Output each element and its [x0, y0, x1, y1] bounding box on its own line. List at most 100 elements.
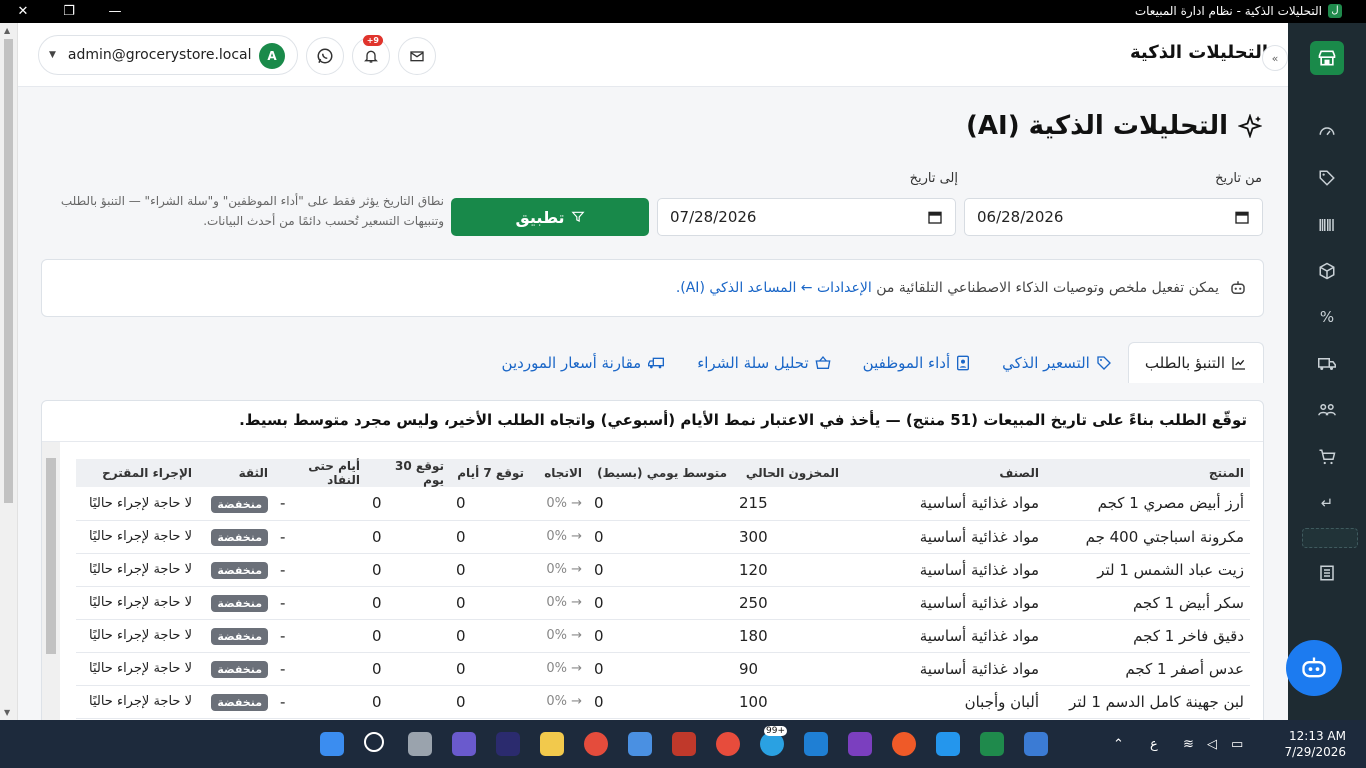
- notifications-button[interactable]: +9: [352, 35, 390, 75]
- table-row: زيت عباد الشمس 1 لتر مواد غذائية أساسية …: [76, 553, 1250, 587]
- percent-icon[interactable]: %: [1317, 307, 1337, 327]
- messages-button[interactable]: [398, 37, 436, 75]
- robot-icon: [1302, 657, 1326, 678]
- page-scrollbar[interactable]: ▲ ▼: [0, 23, 18, 720]
- maximize-window-icon[interactable]: ❐: [46, 0, 92, 23]
- return-icon[interactable]: ↵: [1317, 493, 1337, 513]
- search-icon[interactable]: [364, 732, 384, 752]
- trend-cell: → 0%: [530, 685, 588, 719]
- category-cell: مواد غذائية أساسية: [845, 619, 1045, 653]
- tab-supplier-prices[interactable]: مقارنة أسعار الموردين: [486, 342, 682, 383]
- action-cell: لا حاجة لإجراء حاليًا: [76, 553, 198, 587]
- action-cell: لا حاجة لإجراء حاليًا: [76, 619, 198, 653]
- app-icon[interactable]: [672, 732, 696, 756]
- battery-icon[interactable]: ▭: [1231, 737, 1243, 752]
- to-date-label: إلى تاريخ: [909, 171, 958, 186]
- forecast-30-cell: 0: [366, 685, 450, 719]
- telegram-icon[interactable]: 99+: [760, 726, 787, 756]
- whatsapp-button[interactable]: [306, 37, 344, 75]
- file-explorer-icon[interactable]: [540, 732, 564, 756]
- widgets-icon[interactable]: [496, 732, 520, 756]
- meet-icon[interactable]: [452, 732, 476, 756]
- language-indicator[interactable]: ع: [1150, 737, 1158, 752]
- tab-demand-forecast[interactable]: التنبؤ بالطلب: [1127, 342, 1264, 383]
- tag-icon[interactable]: [1317, 168, 1337, 188]
- settings-link[interactable]: الإعدادات ← المساعد الذكي (AI).: [676, 280, 872, 296]
- chevron-up-icon[interactable]: ⌃: [1113, 737, 1124, 752]
- sidebar-collapse-button[interactable]: «: [1262, 45, 1288, 71]
- days-cell: -: [274, 487, 366, 521]
- wifi-icon[interactable]: ≋: [1183, 737, 1194, 752]
- postman-icon[interactable]: [892, 732, 916, 756]
- stock-cell: 215: [733, 487, 845, 521]
- tab-label: التسعير الذكي: [1002, 353, 1090, 372]
- days-cell: -: [274, 553, 366, 587]
- clock[interactable]: 12:13 AM 7/29/2026: [1284, 728, 1346, 760]
- visual-studio-icon[interactable]: [848, 732, 872, 756]
- action-cell: لا حاجة لإجراء حاليًا: [76, 685, 198, 719]
- column-header: متوسط يومي (بسيط): [588, 459, 733, 487]
- days-cell: -: [274, 652, 366, 686]
- cart-icon[interactable]: [1317, 447, 1337, 467]
- volume-icon[interactable]: ◁: [1207, 737, 1217, 752]
- calendar-icon[interactable]: [1234, 209, 1250, 225]
- windows-taskbar: 99+ ⌃ ع ≋ ◁ ▭ 12:13 AM 7/29/2026: [0, 720, 1366, 768]
- user-menu[interactable]: ▼ admin@grocerystore.local A: [38, 35, 298, 75]
- forecast-7-cell: 0: [450, 685, 530, 719]
- barcode-icon[interactable]: [1317, 215, 1337, 235]
- avg-cell: 0: [588, 553, 733, 587]
- stock-cell: 90: [733, 652, 845, 686]
- confidence-badge: منخفضة: [211, 661, 268, 678]
- docker-icon[interactable]: [936, 732, 960, 756]
- sparkles-icon: [1238, 114, 1262, 138]
- sidebar-active-placeholder[interactable]: [1302, 528, 1358, 548]
- tab-basket-analysis[interactable]: تحليل سلة الشراء: [681, 342, 846, 383]
- category-cell: مواد غذائية أساسية: [845, 553, 1045, 587]
- report-icon[interactable]: [1317, 563, 1337, 583]
- calendar-icon[interactable]: [927, 209, 943, 225]
- to-date-value: 07/28/2026: [670, 208, 757, 226]
- whatsapp-icon: [317, 48, 333, 64]
- scrollbar-thumb[interactable]: [4, 39, 13, 503]
- table-row: عدس أصفر 1 كجم مواد غذائية أساسية 90 0 →…: [76, 652, 1250, 686]
- scroll-down-icon[interactable]: ▼: [4, 708, 10, 717]
- box-icon[interactable]: [1317, 261, 1337, 281]
- to-date-input[interactable]: 07/28/2026: [657, 198, 956, 236]
- ai-assistant-button[interactable]: [1286, 640, 1342, 696]
- forecast-title: توقّع الطلب بناءً على تاريخ المبيعات (51…: [239, 411, 1247, 429]
- action-cell: لا حاجة لإجراء حاليًا: [76, 487, 198, 521]
- truck-icon[interactable]: [1317, 354, 1337, 374]
- scroll-up-icon[interactable]: ▲: [4, 26, 10, 35]
- minimize-window-icon[interactable]: —: [92, 0, 138, 23]
- avg-cell: 0: [588, 652, 733, 686]
- chrome-icon[interactable]: [716, 732, 740, 756]
- arrow-right-icon: →: [571, 562, 582, 577]
- confidence-badge: منخفضة: [211, 529, 268, 546]
- arrow-right-icon: →: [571, 628, 582, 643]
- apply-button[interactable]: تطبيق: [451, 198, 649, 236]
- table-row: دقيق فاخر 1 كجم مواد غذائية أساسية 180 0…: [76, 619, 1250, 653]
- dashboard-icon[interactable]: [1317, 121, 1337, 141]
- tab-smart-pricing[interactable]: التسعير الذكي: [986, 342, 1128, 383]
- chrome-icon[interactable]: [584, 732, 608, 756]
- avg-cell: 0: [588, 685, 733, 719]
- from-date-input[interactable]: 06/28/2026: [964, 198, 1263, 236]
- close-window-icon[interactable]: ✕: [0, 0, 46, 23]
- app-icon[interactable]: [628, 732, 652, 756]
- forecast-7-cell: 0: [450, 487, 530, 521]
- forecast-30-cell: 0: [366, 586, 450, 620]
- store-logo-icon[interactable]: [1310, 41, 1344, 75]
- vscode-icon[interactable]: [804, 732, 828, 756]
- tab-employee-performance[interactable]: أداء الموظفين: [847, 342, 986, 383]
- sales-app-icon[interactable]: [980, 732, 1004, 756]
- users-icon[interactable]: [1317, 400, 1337, 420]
- tab-label: مقارنة أسعار الموردين: [501, 353, 642, 372]
- windows-start-icon[interactable]: [320, 732, 344, 756]
- photos-icon[interactable]: [1024, 732, 1048, 756]
- forecast-table: المنتج الصنف المخزون الحالي متوسط يومي (…: [76, 459, 1250, 719]
- table-scrollbar[interactable]: [42, 442, 60, 729]
- scrollbar-thumb[interactable]: [46, 458, 56, 654]
- apply-button-label: تطبيق: [515, 207, 565, 227]
- task-view-icon[interactable]: [408, 732, 432, 756]
- product-cell: دقيق فاخر 1 كجم: [1045, 619, 1250, 653]
